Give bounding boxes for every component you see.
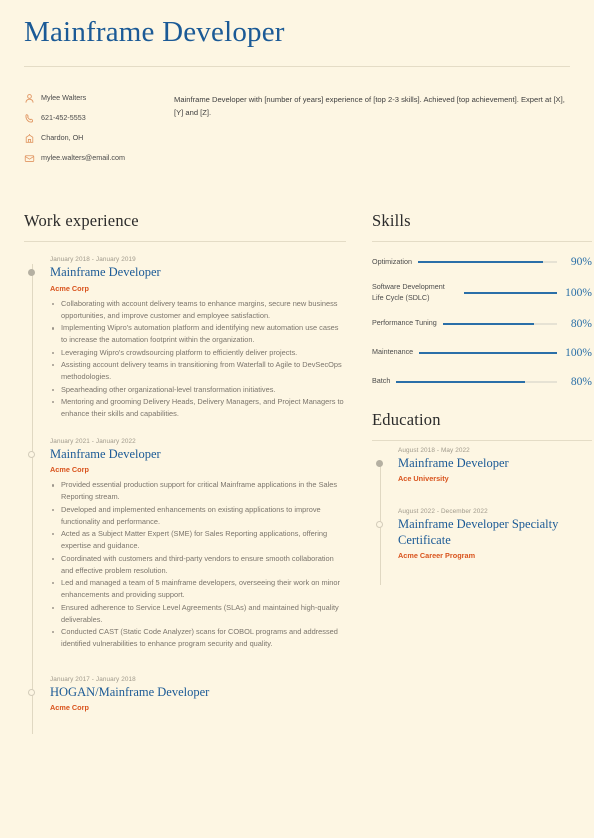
skill-bar-track xyxy=(419,351,557,354)
list-item: Mentoring and grooming Delivery Heads, D… xyxy=(50,396,346,420)
education-item: August 2018 - May 2022 Mainframe Develop… xyxy=(375,447,592,508)
skill-item: Batch 80% xyxy=(372,373,592,390)
list-item: Coordinated with customers and third-par… xyxy=(50,553,346,577)
contact-phone-text: 621-452-5553 xyxy=(41,113,86,123)
skill-percent: 100% xyxy=(565,286,592,299)
list-item: Spearheading other organizational-level … xyxy=(50,384,346,396)
work-item-title: Mainframe Developer xyxy=(50,265,161,280)
work-item-org: Acme Corp xyxy=(50,283,89,293)
list-item: Assisting account delivery teams in tran… xyxy=(50,359,346,383)
skill-item: Performance Tuning 80% xyxy=(372,315,592,332)
work-item-title: Mainframe Developer xyxy=(50,446,161,461)
list-item: Acted as a Subject Matter Expert (SME) f… xyxy=(50,528,346,552)
work-item-org: Acme Corp xyxy=(50,465,89,475)
contact-item-name: Mylee Walters xyxy=(24,93,152,104)
work-item-title: HOGAN/Mainframe Developer xyxy=(50,684,210,699)
work-timeline: January 2018 - January 2019 Mainframe De… xyxy=(24,242,346,735)
person-icon xyxy=(24,93,35,104)
skills-heading: Skills xyxy=(372,211,411,231)
skill-bar-track xyxy=(396,380,557,383)
education-item-date: August 2018 - May 2022 xyxy=(398,447,470,455)
contact-list: Mylee Walters 621-452-5553 Chardon, OH m… xyxy=(24,93,152,173)
list-item: Leveraging Wipro's crowdsourcing platfor… xyxy=(50,347,346,359)
skill-percent: 80% xyxy=(570,317,592,330)
skill-name: Optimization xyxy=(372,256,412,266)
education-item-title: Mainframe Developer Specialty Certificat… xyxy=(398,517,559,547)
resume-page: Mainframe Developer Mylee Walters 621-45… xyxy=(0,0,594,838)
work-item-bullets: Collaborating with account delivery team… xyxy=(50,298,346,420)
right-column: Skills Optimization 90% Software Develop… xyxy=(372,211,592,734)
skill-bar-track xyxy=(417,260,557,263)
education-item-org: Ace University xyxy=(398,474,449,484)
education-item-org: Acme Career Program xyxy=(398,550,476,560)
skill-bar-track xyxy=(464,291,557,294)
work-item-date: January 2021 - January 2022 xyxy=(50,437,136,445)
education-item-date: August 2022 - December 2022 xyxy=(398,508,488,516)
work-experience-heading: Work experience xyxy=(24,211,139,231)
phone-icon xyxy=(24,113,35,124)
skill-name: Software Development Life Cycle (SDLC) xyxy=(372,282,445,302)
education-heading: Education xyxy=(372,410,441,430)
work-item: January 2018 - January 2019 Mainframe De… xyxy=(27,256,346,437)
timeline-marker-icon xyxy=(27,269,35,277)
skill-bar-fill xyxy=(464,291,557,294)
timeline-marker-icon xyxy=(375,460,383,468)
skill-bar-fill xyxy=(419,351,557,354)
contact-email-text: mylee.walters@email.com xyxy=(41,153,125,163)
skill-item: Optimization 90% xyxy=(372,253,592,270)
page-title: Mainframe Developer xyxy=(24,16,285,48)
contact-location-text: Chardon, OH xyxy=(41,133,84,143)
contact-item-location: Chardon, OH xyxy=(24,133,152,144)
education-section: Education August 2018 - May 2022 Mainfra… xyxy=(372,402,592,585)
work-item-date: January 2018 - January 2019 xyxy=(50,256,136,264)
work-item: January 2021 - January 2022 Mainframe De… xyxy=(27,437,346,668)
location-building-icon xyxy=(24,133,35,144)
skill-percent: 80% xyxy=(570,375,592,388)
list-item: Provided essential production support fo… xyxy=(50,479,346,503)
contact-item-phone: 621-452-5553 xyxy=(24,113,152,124)
skill-item: Maintenance 100% xyxy=(372,344,592,361)
work-item: January 2017 - January 2018 HOGAN/Mainfr… xyxy=(27,668,346,735)
skill-name: Batch xyxy=(372,376,391,386)
skill-percent: 100% xyxy=(565,346,592,359)
work-item-bullets: Provided essential production support fo… xyxy=(50,479,346,650)
list-item: Led and managed a team of 5 mainframe de… xyxy=(50,577,346,601)
list-item: Conducted CAST (Static Code Analyzer) sc… xyxy=(50,626,346,650)
education-item: August 2022 - December 2022 Mainframe De… xyxy=(375,508,592,585)
skill-name: Performance Tuning xyxy=(372,318,437,328)
skill-bar-track xyxy=(442,322,557,325)
skill-bar-fill xyxy=(396,380,525,383)
contact-item-email: mylee.walters@email.com xyxy=(24,153,152,164)
work-item-date: January 2017 - January 2018 xyxy=(50,675,136,683)
skills-section: Skills Optimization 90% Software Develop… xyxy=(372,211,592,390)
list-item: Implementing Wipro's automation platform… xyxy=(50,322,346,346)
contact-name-text: Mylee Walters xyxy=(41,93,87,103)
skill-name: Maintenance xyxy=(372,347,414,357)
timeline-marker-icon xyxy=(27,450,35,458)
education-timeline: August 2018 - May 2022 Mainframe Develop… xyxy=(372,441,592,585)
education-item-title: Mainframe Developer xyxy=(398,456,509,471)
skill-percent: 90% xyxy=(570,255,592,268)
list-item: Developed and implemented enhancements o… xyxy=(50,504,346,528)
skills-list: Optimization 90% Software Development Li… xyxy=(372,242,592,390)
skill-bar-fill xyxy=(417,260,544,263)
resume-header: Mainframe Developer Mylee Walters 621-45… xyxy=(24,0,570,173)
list-item: Collaborating with account delivery team… xyxy=(50,298,346,322)
skill-bar-fill xyxy=(442,322,535,325)
timeline-marker-icon xyxy=(375,521,383,529)
timeline-marker-icon xyxy=(27,688,35,696)
work-item-org: Acme Corp xyxy=(50,703,89,713)
work-experience-section: Work experience January 2018 - January 2… xyxy=(24,211,346,735)
list-item: Ensured adherence to Service Level Agree… xyxy=(50,602,346,626)
professional-summary: Mainframe Developer with [number of year… xyxy=(174,95,565,117)
skill-item: Software Development Life Cycle (SDLC) 1… xyxy=(372,282,592,303)
mail-icon xyxy=(24,153,35,164)
